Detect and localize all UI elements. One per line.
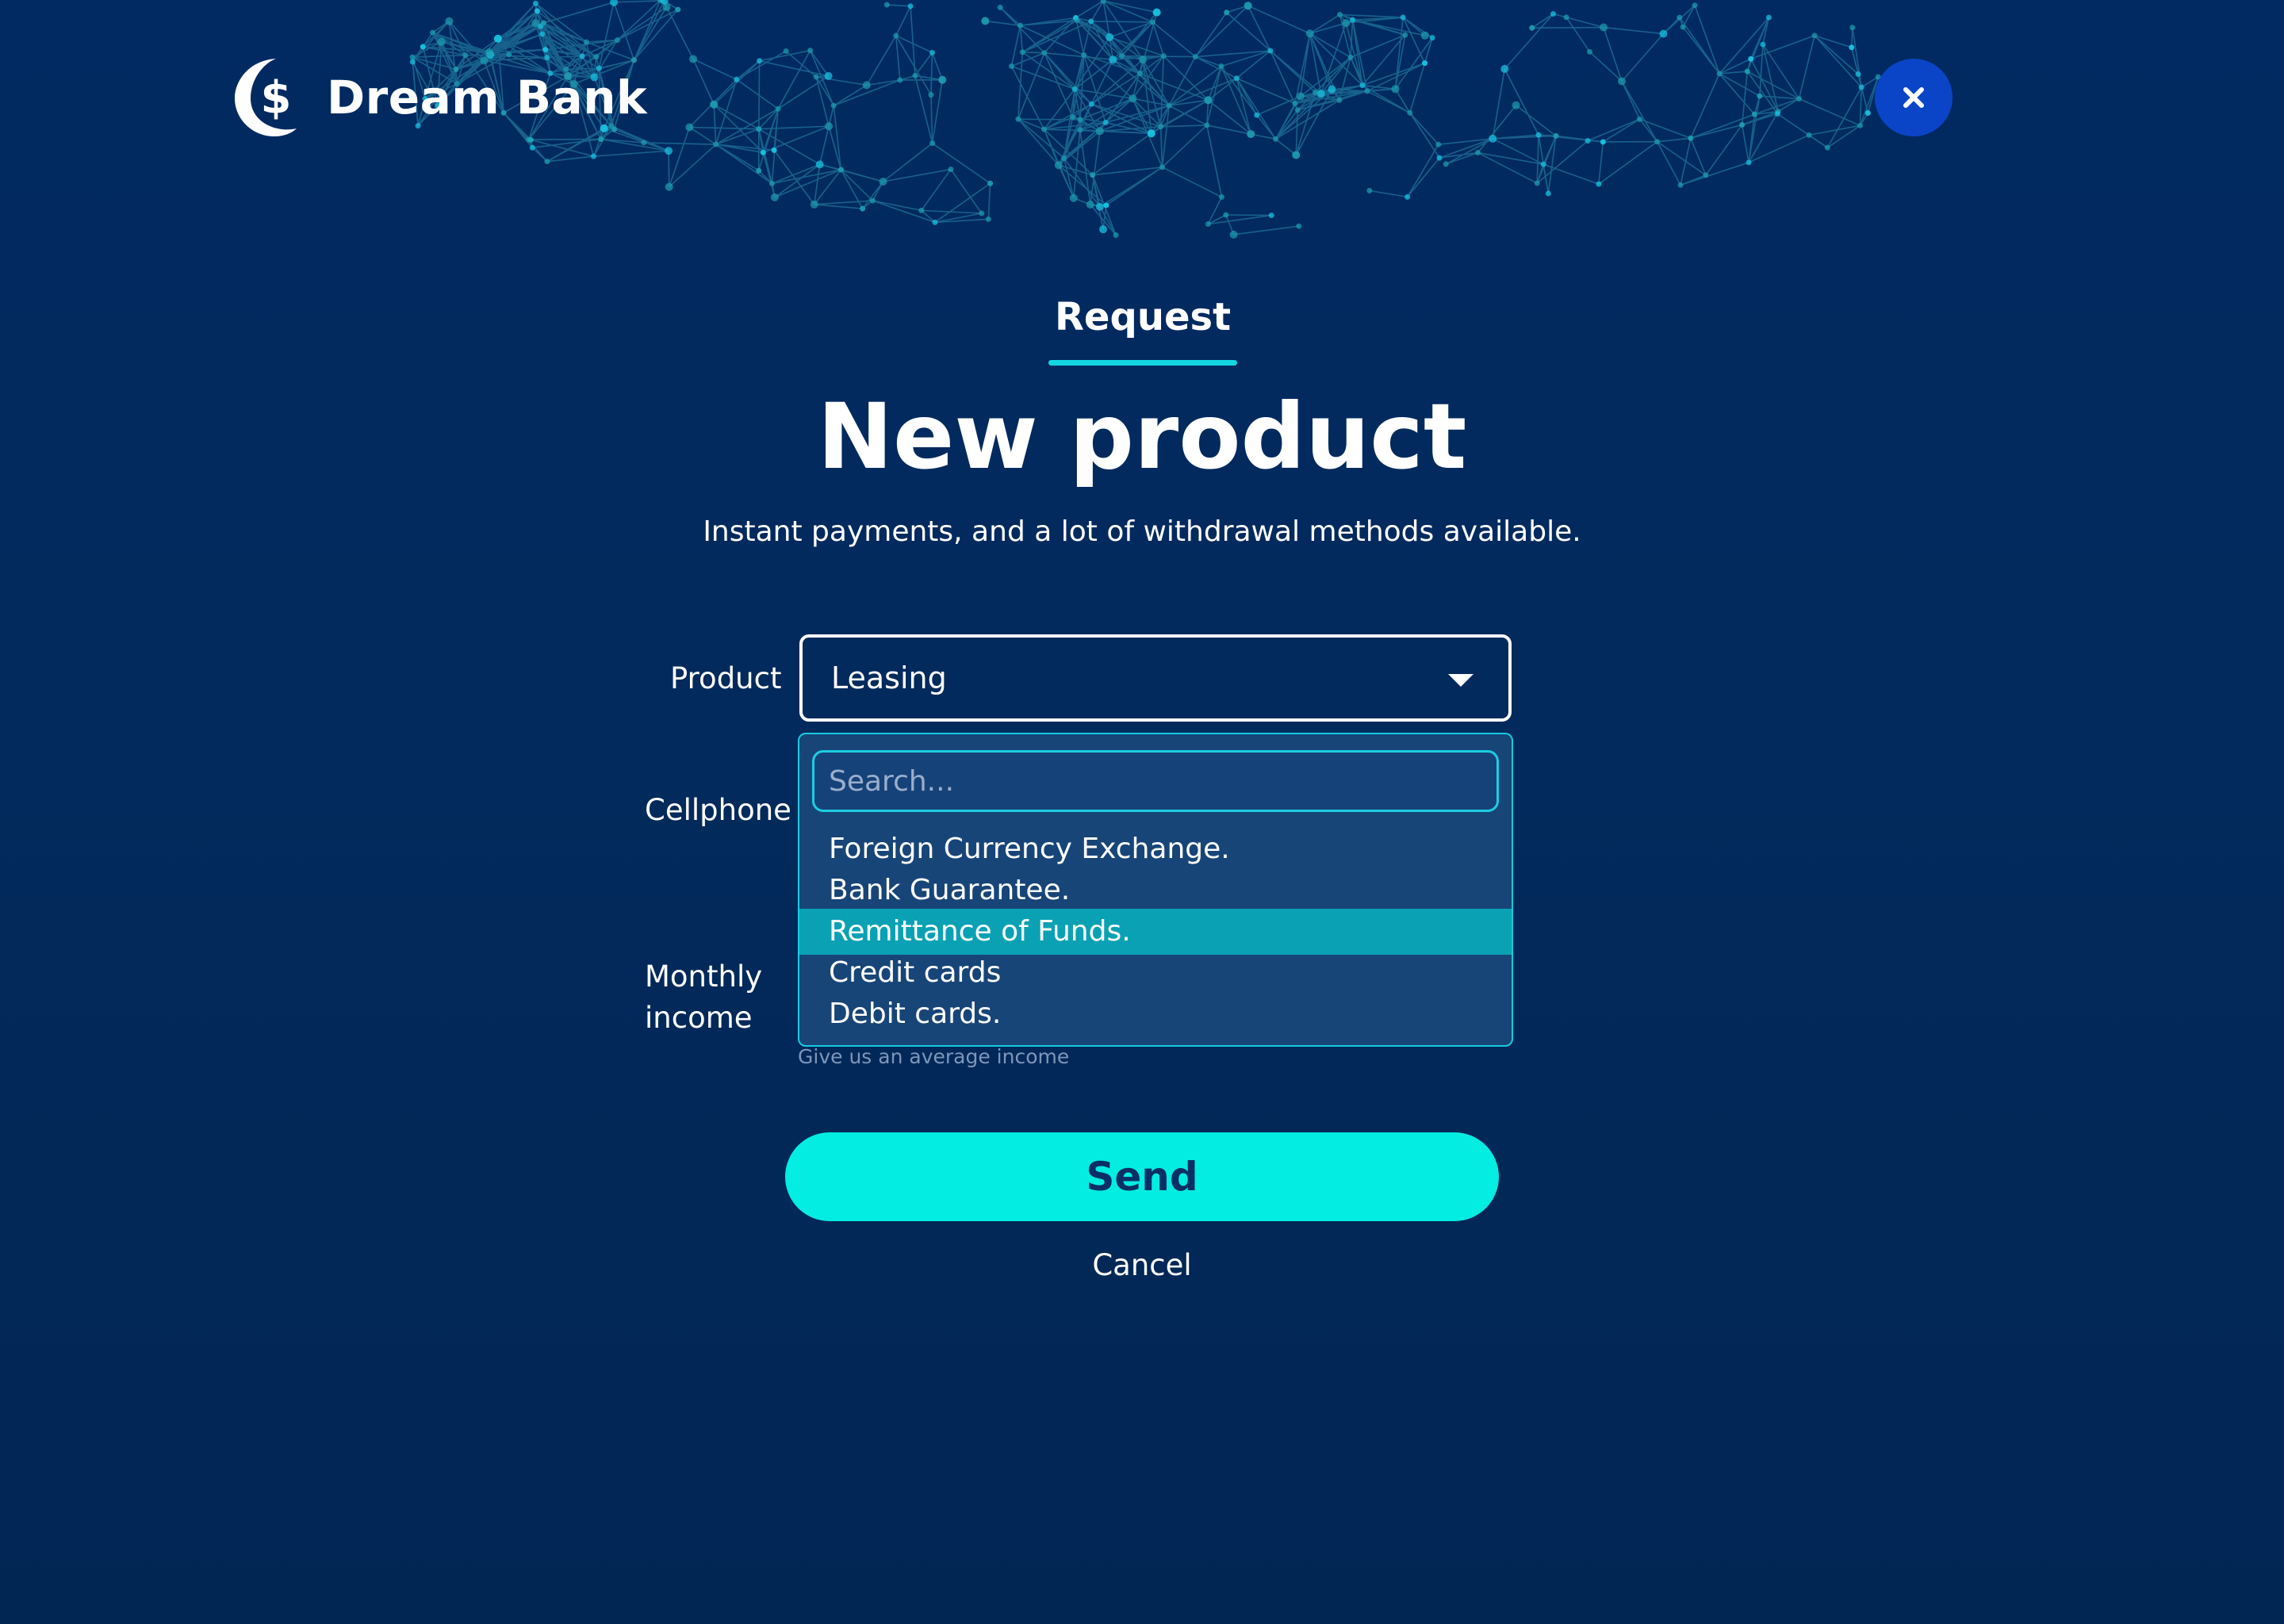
crescent-dollar-icon: $ — [235, 59, 297, 136]
dropdown-option[interactable]: Debit cards. — [799, 991, 1512, 1037]
dropdown-search-input[interactable] — [812, 750, 1499, 812]
monthly-income-label-line2: income — [645, 1001, 753, 1035]
dropdown-option[interactable]: Foreign Currency Exchange. — [799, 826, 1512, 872]
svg-text:$: $ — [261, 72, 292, 124]
page-subtitle: Instant payments, and a lot of withdrawa… — [703, 515, 1581, 548]
send-button[interactable]: Send — [785, 1132, 1499, 1221]
cancel-link-row: Cancel — [0, 1248, 2284, 1282]
close-button[interactable] — [1875, 59, 1953, 136]
monthly-income-label-line1: Monthly — [645, 959, 763, 994]
dropdown-option-highlighted[interactable]: Remittance of Funds. — [799, 909, 1512, 955]
page-title: New product — [817, 384, 1467, 489]
product-select-value: Leasing — [831, 661, 947, 695]
cellphone-label: Cellphone — [645, 793, 791, 827]
tab-active-indicator — [1048, 360, 1237, 366]
brand-name: Dream Bank — [327, 70, 648, 124]
close-icon — [1903, 87, 1924, 108]
product-dropdown: Foreign Currency Exchange. Bank Guarante… — [798, 733, 1513, 1047]
product-label: Product — [670, 661, 782, 695]
chevron-down-icon — [1448, 674, 1473, 687]
product-select[interactable]: Leasing — [799, 634, 1512, 722]
cancel-button[interactable]: Cancel — [1092, 1248, 1191, 1282]
brand-logo[interactable]: $ Dream Bank — [235, 56, 647, 139]
dropdown-option[interactable]: Bank Guarantee. — [799, 868, 1512, 914]
dropdown-option[interactable]: Credit cards — [799, 950, 1512, 996]
income-hint: Give us an average income — [798, 1045, 1070, 1068]
tab-request[interactable]: Request — [1048, 295, 1237, 339]
